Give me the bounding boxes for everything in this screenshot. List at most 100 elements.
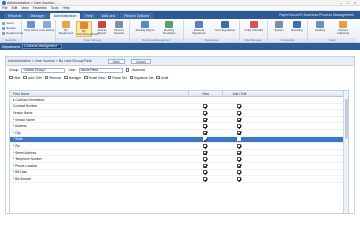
table-row[interactable]: ▸ Contract Information (10, 97, 348, 104)
routing-templates-button[interactable]: Routing Templates (158, 21, 180, 35)
branding-button[interactable]: Branding (288, 21, 306, 32)
option-manager[interactable]: Manager (64, 76, 81, 80)
record-security-button[interactable]: Record Security (111, 21, 127, 35)
view-checkbox[interactable] (203, 130, 207, 135)
option-signature-set[interactable]: Signature Set (129, 75, 153, 80)
add-edit-checkbox[interactable] (237, 170, 241, 175)
table-row[interactable]: * Phone Location (10, 163, 348, 170)
field-access-grid: Field Name View Add / Edit ▸ Contract In… (9, 90, 349, 214)
route-set-checkbox[interactable] (107, 75, 112, 80)
table-row[interactable]: Contract Number (10, 104, 348, 111)
user-select[interactable]: Nicole Reed (78, 67, 123, 73)
header-field-name[interactable]: Field Name (10, 91, 188, 96)
panel-title: Administration > User Access > By User/G… (8, 59, 92, 63)
option-add-edit[interactable]: Add / Edit (23, 75, 42, 80)
auditing-button[interactable]: Auditing (310, 21, 330, 32)
add-edit-checkbox-cell (222, 163, 256, 168)
add-edit-checkbox[interactable] (237, 176, 241, 181)
user-access-panel: Administration > User Access > By User/G… (5, 56, 355, 214)
system-button[interactable]: System (270, 21, 288, 32)
add-edit-checkbox[interactable] (237, 130, 241, 135)
content-authoring-button[interactable]: Content Authoring (332, 21, 354, 35)
menu-edit[interactable]: Edit (11, 6, 17, 10)
menu-help[interactable]: Help (62, 6, 69, 10)
links-checklist-button[interactable]: Links Checklist (244, 21, 264, 32)
view-checkbox[interactable] (203, 143, 207, 148)
route-view-checkbox[interactable] (84, 75, 88, 80)
field-name-cell: * Zip (13, 143, 20, 148)
view-checkbox[interactable] (203, 157, 207, 162)
view-checkbox[interactable] (203, 170, 207, 175)
option-remove[interactable]: Remove (44, 75, 61, 80)
close-button[interactable]: × (352, 1, 358, 5)
table-row[interactable]: * Address (10, 123, 348, 130)
table-row[interactable]: * State (10, 136, 348, 144)
maximize-button[interactable]: □ (345, 1, 351, 5)
menu-view[interactable]: View (21, 6, 28, 10)
automat-label: Automat (132, 68, 145, 72)
menu-file[interactable]: File (2, 6, 7, 10)
table-row[interactable]: * Street Address (10, 150, 348, 157)
external-signatures-button[interactable]: External Signatures (187, 21, 211, 35)
option-view[interactable]: View (9, 76, 20, 80)
users-button[interactable]: Users (2, 21, 14, 25)
view-checkbox[interactable] (203, 110, 207, 115)
table-row[interactable]: * Bill Amount (10, 176, 348, 183)
add-edit-checkbox[interactable] (23, 75, 27, 80)
view-checkbox[interactable] (203, 163, 207, 168)
departments-button[interactable]: Departments (2, 31, 23, 35)
table-row[interactable]: Vendor Name (10, 110, 348, 117)
grid-scrollbar[interactable] (343, 91, 348, 213)
group-select[interactable]: <Select Group> (21, 67, 66, 73)
signature-set-checkbox[interactable] (129, 75, 134, 80)
option-route-set[interactable]: Route Set (107, 75, 127, 80)
add-edit-checkbox[interactable] (237, 117, 241, 122)
access-report-button[interactable]: Access Report (94, 21, 110, 35)
save-button[interactable]: Save (107, 58, 125, 64)
view-checkbox[interactable] (203, 124, 207, 129)
window-controls: – □ × (338, 1, 360, 5)
header-view[interactable]: View (188, 91, 222, 96)
routing-report-button[interactable]: Routing Report (134, 21, 156, 32)
add-edit-checkbox[interactable] (237, 110, 241, 115)
manager-checkbox[interactable] (64, 75, 68, 80)
view-checkbox[interactable] (203, 104, 207, 109)
add-edit-checkbox[interactable] (237, 104, 241, 109)
user-history-button[interactable]: User History (39, 21, 55, 32)
option-audit[interactable]: Audit (156, 76, 168, 80)
add-edit-checkbox[interactable] (237, 163, 241, 168)
table-row[interactable]: * Vendor Name (10, 117, 348, 124)
table-row[interactable]: * Bill Date (10, 170, 348, 177)
view-users-button[interactable]: View Users (23, 21, 39, 32)
add-edit-checkbox[interactable] (237, 143, 241, 148)
header-add-edit[interactable]: Add / Edit (222, 91, 256, 96)
menu-tools[interactable]: Tools (51, 6, 59, 10)
minimize-button[interactable]: – (338, 1, 344, 5)
add-edit-checkbox[interactable] (237, 124, 241, 129)
menu-favorites[interactable]: Favorites (33, 6, 47, 10)
add-edit-checkbox-cell (222, 124, 256, 129)
groups-button[interactable]: Groups (2, 26, 16, 30)
scrollbar-thumb[interactable] (344, 99, 348, 139)
view-checkbox[interactable] (9, 75, 13, 80)
remove-checkbox[interactable] (44, 75, 49, 80)
table-row[interactable]: * City (10, 130, 348, 137)
option-route-view[interactable]: Route View (84, 76, 105, 80)
add-edit-checkbox-cell (222, 143, 256, 148)
by-user-group-field-button[interactable]: By User/Group/Field (76, 21, 98, 37)
view-checkbox[interactable] (203, 137, 207, 142)
table-row[interactable]: * Zip (10, 143, 348, 150)
user-signatures-button[interactable]: User Signatures (213, 21, 237, 32)
cancel-button[interactable]: Cancel (130, 58, 151, 64)
audit-checkbox[interactable] (156, 75, 160, 80)
table-row[interactable]: * Telephone Number (10, 156, 348, 163)
by-department-button[interactable]: By Department (58, 21, 74, 35)
add-edit-checkbox[interactable] (237, 150, 241, 155)
department-select[interactable]: Contracts Management (21, 44, 62, 49)
add-edit-checkbox[interactable] (237, 157, 241, 162)
view-checkbox[interactable] (203, 117, 207, 122)
automat-checkbox[interactable] (125, 68, 130, 72)
add-edit-checkbox[interactable] (237, 137, 241, 142)
view-checkbox[interactable] (203, 176, 207, 181)
view-checkbox[interactable] (203, 150, 207, 155)
